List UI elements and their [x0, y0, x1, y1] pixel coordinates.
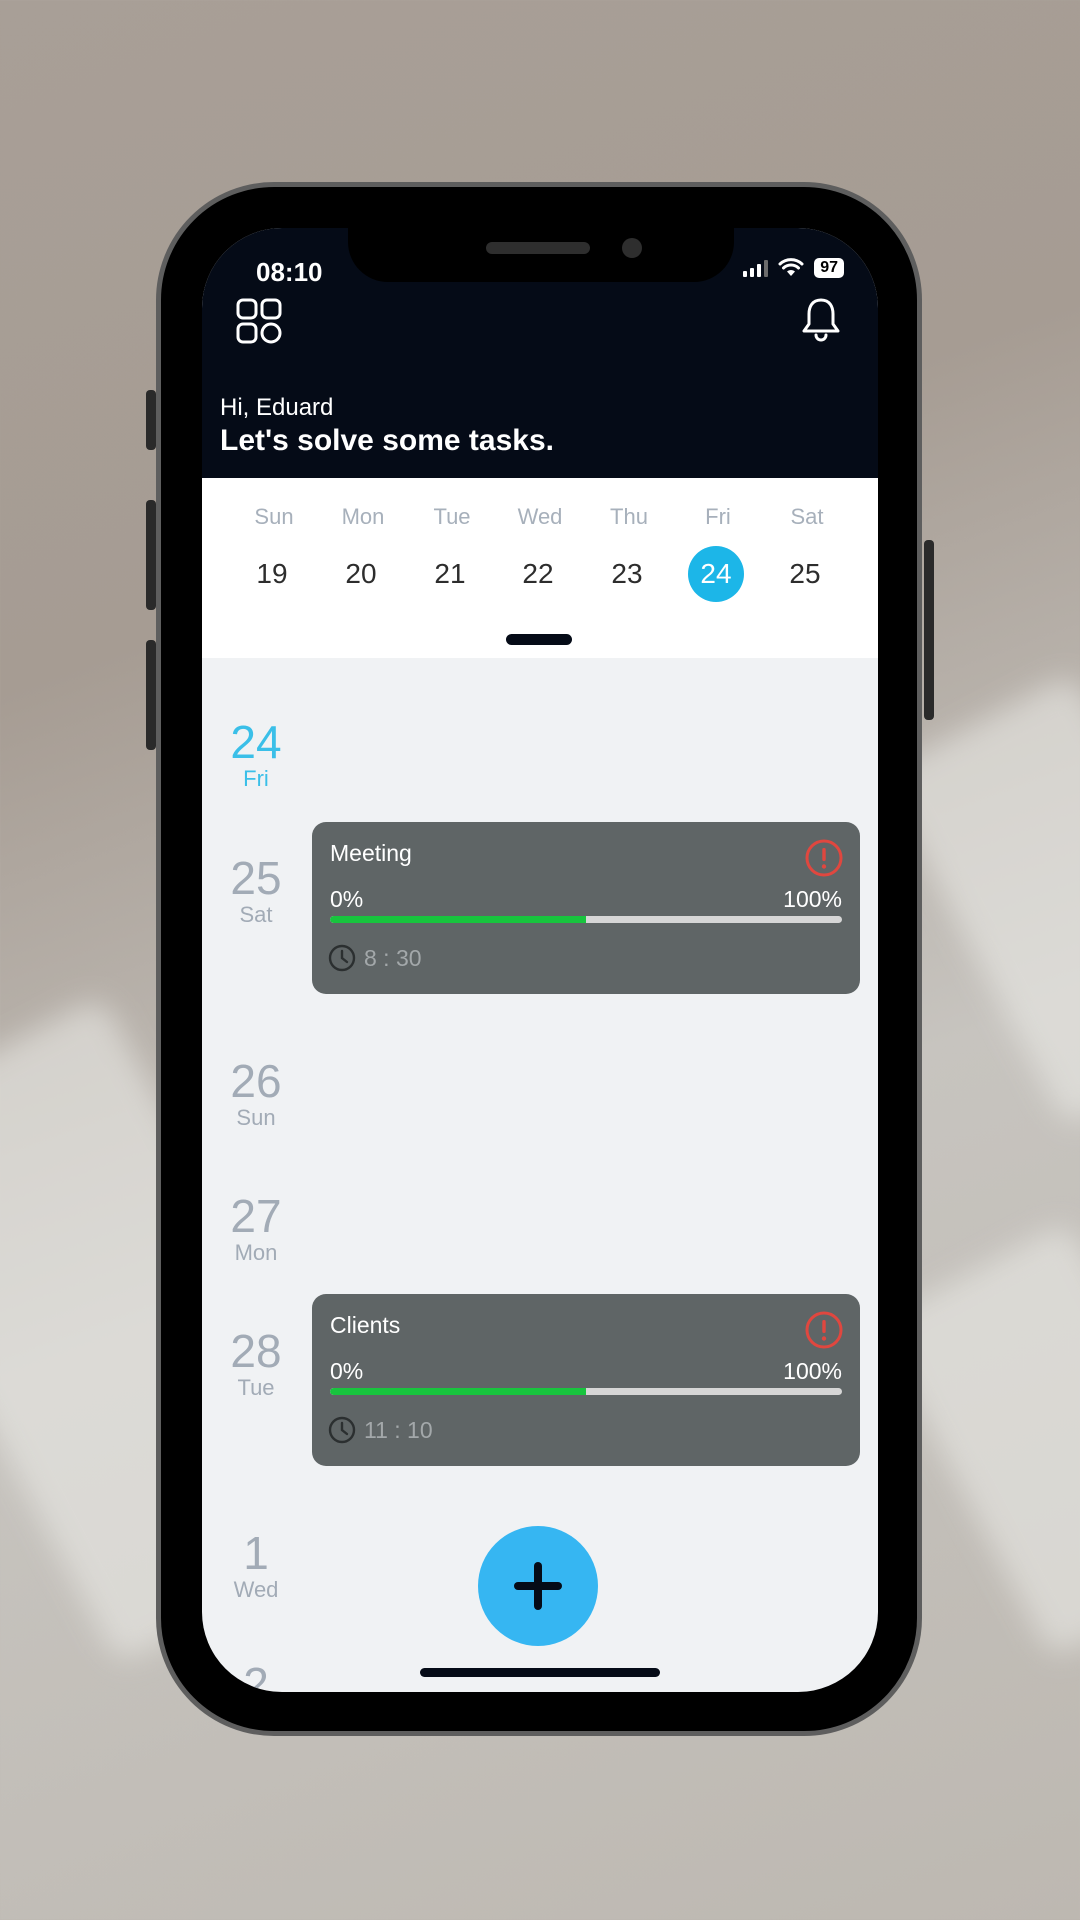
battery-indicator: 97: [814, 258, 844, 278]
agenda-date: 1 Wed: [216, 1529, 296, 1603]
agenda-date-weekday: Fri: [243, 766, 269, 791]
agenda-date-number: 1: [243, 1527, 269, 1579]
agenda-date: 26 Sun: [216, 1057, 296, 1131]
speaker: [486, 242, 590, 254]
progress-bar: [330, 916, 842, 923]
task-title: Clients: [330, 1312, 401, 1338]
agenda-date-weekday: Mon: [234, 1240, 278, 1265]
selected-day-number: 24: [688, 546, 744, 602]
phone-screen: 08:10 97 Hi, Eduard Let's solve some tas…: [202, 228, 878, 1692]
task-title: Meeting: [330, 840, 412, 866]
add-task-button[interactable]: [478, 1526, 598, 1646]
progress-end-label: 100%: [783, 1358, 842, 1384]
progress-fill: [330, 1388, 586, 1395]
clock-icon: [328, 944, 356, 972]
day-number: 19: [256, 558, 288, 589]
agenda-date: 25 Sat: [216, 854, 296, 928]
agenda-date-number: 25: [230, 852, 282, 904]
progress-fill: [330, 916, 586, 923]
clock-icon: [328, 1416, 356, 1444]
status-indicators: 97: [743, 258, 844, 278]
agenda-date-today: 24 Fri: [216, 718, 296, 792]
week-strip: Sun 19 Mon 20 Tue 21 Wed 22 Thu 23 Fri 2…: [202, 478, 878, 658]
phone-side-button: [146, 640, 156, 750]
phone-side-button: [146, 500, 156, 610]
priority-alert-icon: [805, 1311, 843, 1349]
progress-end-label: 100%: [783, 886, 842, 912]
agenda-date-weekday: Sun: [236, 1105, 276, 1130]
day-name: Wed: [517, 504, 563, 529]
agenda-date-number: 26: [230, 1055, 282, 1107]
plus-icon: [514, 1562, 562, 1610]
cellular-signal-icon: [743, 259, 769, 277]
task-time-label: 8 : 30: [364, 944, 422, 971]
front-camera: [622, 238, 642, 258]
status-time: 08:10: [256, 257, 323, 287]
bell-icon[interactable]: [800, 296, 842, 344]
day-name: Sun: [254, 504, 294, 529]
progress-start-label: 0%: [330, 886, 364, 912]
task-time: 11 : 10: [328, 1416, 433, 1444]
agenda-date-weekday: Sat: [239, 902, 273, 927]
day-number: 22: [522, 558, 554, 589]
agenda-date-weekday: Tue: [237, 1375, 275, 1400]
home-indicator[interactable]: [420, 1668, 660, 1677]
progress-bar: [330, 1388, 842, 1395]
day-number: 23: [611, 558, 643, 589]
task-time-label: 11 : 10: [364, 1416, 433, 1443]
phone-side-button: [146, 390, 156, 450]
day-name: Thu: [610, 504, 648, 529]
notch: [348, 228, 734, 282]
agenda-date: 27 Mon: [216, 1192, 296, 1266]
wifi-icon: [778, 258, 804, 276]
day-name: Mon: [341, 504, 385, 529]
agenda-date: 2: [216, 1660, 296, 1692]
day-number: 21: [434, 558, 466, 589]
agenda-date-number: 2: [243, 1658, 269, 1692]
task-card[interactable]: Clients 0% 100% 11 : 10: [312, 1294, 860, 1466]
day-name: Sat: [790, 504, 824, 529]
agenda-date-number: 27: [230, 1190, 282, 1242]
agenda-date: 28 Tue: [216, 1327, 296, 1401]
agenda-date-number: 24: [230, 716, 282, 768]
greeting: Hi, Eduard: [220, 394, 334, 421]
agenda-date-weekday: Wed: [233, 1577, 279, 1602]
task-time: 8 : 30: [328, 944, 422, 972]
day-name: Fri: [705, 504, 731, 529]
day-number: 25: [789, 558, 821, 589]
tagline: Let's solve some tasks.: [220, 424, 554, 457]
agenda-date-number: 28: [230, 1325, 282, 1377]
progress-start-label: 0%: [330, 1358, 364, 1384]
phone-side-button: [924, 540, 934, 720]
day-number: 20: [345, 558, 377, 589]
grid-menu-icon[interactable]: [236, 298, 282, 344]
calendar-expand-handle[interactable]: [506, 634, 572, 645]
priority-alert-icon: [805, 839, 843, 877]
task-card[interactable]: Meeting 0% 100% 8 : 30: [312, 822, 860, 994]
day-name: Tue: [433, 504, 471, 529]
